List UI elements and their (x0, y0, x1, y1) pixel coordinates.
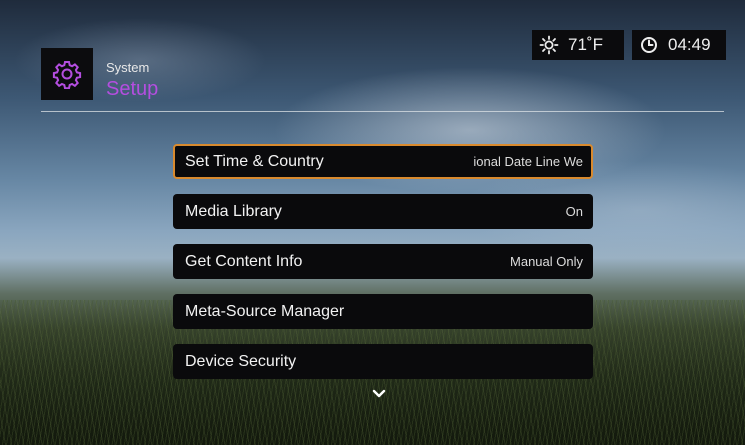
breadcrumb-system: System (106, 60, 150, 75)
menu-item-device-security[interactable]: Device Security (173, 344, 593, 379)
menu-item-value: On (565, 204, 583, 219)
menu-item-value: ional Date Line We (473, 154, 583, 169)
menu-item-label: Device Security (185, 352, 297, 370)
clock-icon (638, 34, 660, 56)
page-title: Setup (106, 78, 159, 100)
setup-menu: Set Time & Country ional Date Line We Me… (173, 144, 593, 394)
chevron-down-icon[interactable] (372, 388, 386, 400)
temperature-label: 71˚F (568, 35, 603, 54)
menu-item-label: Set Time & Country (185, 152, 324, 170)
setup-gear-icon (41, 48, 93, 100)
menu-item-label: Meta-Source Manager (185, 302, 345, 320)
header-divider (41, 111, 724, 112)
weather-status: 71˚F (532, 30, 624, 60)
gear-icon (52, 61, 82, 89)
menu-item-value: Manual Only (510, 254, 583, 269)
sun-icon (538, 34, 560, 56)
menu-item-meta-source-manager[interactable]: Meta-Source Manager (173, 294, 593, 329)
clock-status: 04:49 (632, 30, 726, 60)
menu-item-label: Get Content Info (185, 252, 303, 270)
time-label: 04:49 (668, 35, 711, 54)
menu-item-label: Media Library (185, 202, 282, 220)
menu-item-get-content-info[interactable]: Get Content Info Manual Only (173, 244, 593, 279)
menu-item-set-time-country[interactable]: Set Time & Country ional Date Line We (173, 144, 593, 179)
menu-item-media-library[interactable]: Media Library On (173, 194, 593, 229)
